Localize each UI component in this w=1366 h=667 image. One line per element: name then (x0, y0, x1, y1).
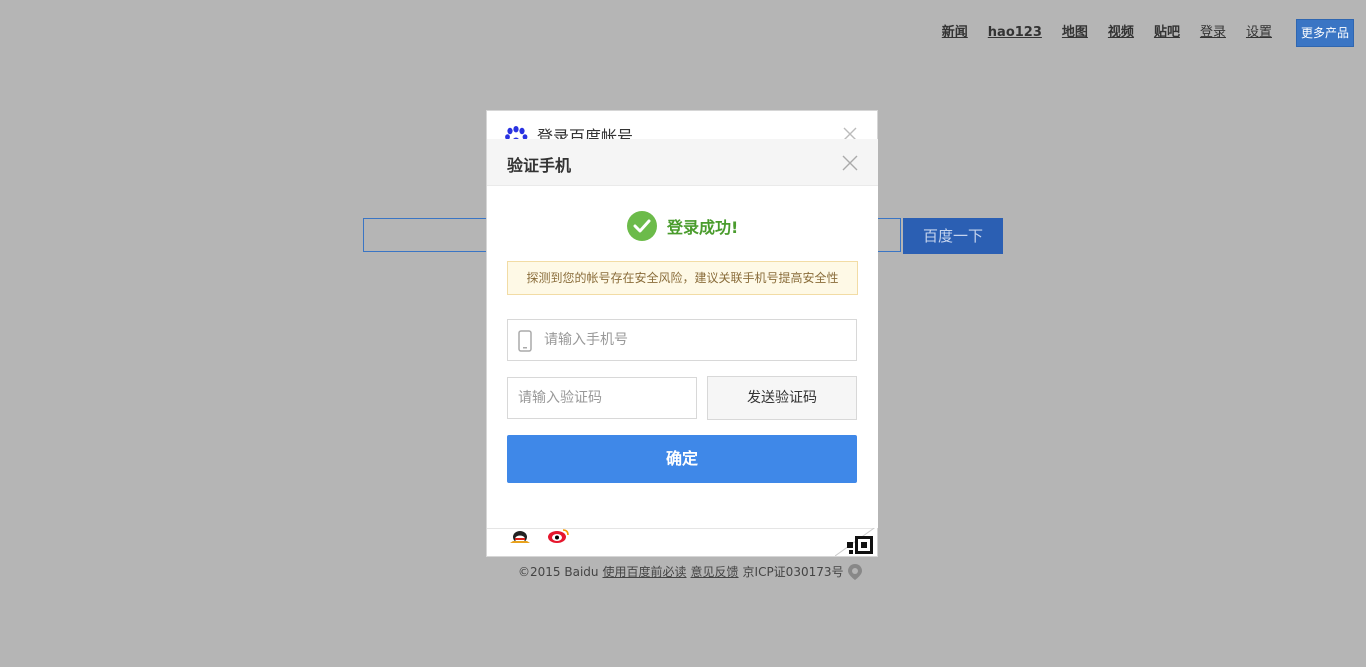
nav-news[interactable]: 新闻 (942, 23, 968, 43)
search-button[interactable]: 百度一下 (903, 218, 1003, 254)
verify-dialog-header: 验证手机 (487, 139, 878, 186)
success-text: 登录成功! (667, 218, 739, 237)
footer: ©2015 Baidu 使用百度前必读 意见反馈 京ICP证030173号 (518, 563, 862, 580)
security-warning: 探测到您的帐号存在安全风险，建议关联手机号提高安全性 (507, 261, 858, 295)
phone-field[interactable] (507, 319, 857, 361)
copyright: ©2015 Baidu (518, 564, 599, 579)
nav-settings[interactable]: 设置 (1246, 23, 1272, 43)
divider (487, 528, 877, 529)
send-code-button[interactable]: 发送验证码 (707, 376, 857, 420)
qrcode-login-icon[interactable] (835, 526, 877, 556)
verify-dialog-title: 验证手机 (507, 156, 572, 175)
phone-input[interactable] (544, 320, 844, 360)
terms-link[interactable]: 使用百度前必读 (603, 563, 687, 580)
nav-login[interactable]: 登录 (1200, 23, 1226, 43)
qq-icon[interactable] (509, 531, 531, 543)
more-products-button[interactable]: 更多产品 (1295, 19, 1354, 47)
icp-license: 京ICP证030173号 (742, 565, 844, 579)
top-nav: 新闻 hao123 地图 视频 贴吧 登录 设置 更多产品 (922, 19, 1354, 47)
police-badge-icon[interactable] (847, 563, 862, 580)
verification-code-input[interactable] (518, 378, 688, 418)
nav-hao123[interactable]: hao123 (988, 23, 1042, 43)
nav-map[interactable]: 地图 (1062, 23, 1088, 43)
feedback-link[interactable]: 意见反馈 (691, 563, 739, 580)
login-success-message: 登录成功! (627, 211, 738, 241)
verification-code-field[interactable] (507, 377, 697, 419)
close-icon[interactable] (842, 155, 858, 171)
confirm-button[interactable]: 确定 (507, 435, 857, 483)
weibo-icon[interactable] (547, 529, 569, 543)
success-check-icon (627, 211, 657, 241)
mobile-phone-icon (518, 330, 532, 352)
verify-phone-dialog: 验证手机 登录成功! 探测到您的帐号存在安全风险，建议关联手机号提高安全性 发送… (487, 139, 878, 528)
nav-video[interactable]: 视频 (1108, 23, 1134, 43)
nav-tieba[interactable]: 贴吧 (1154, 23, 1180, 43)
